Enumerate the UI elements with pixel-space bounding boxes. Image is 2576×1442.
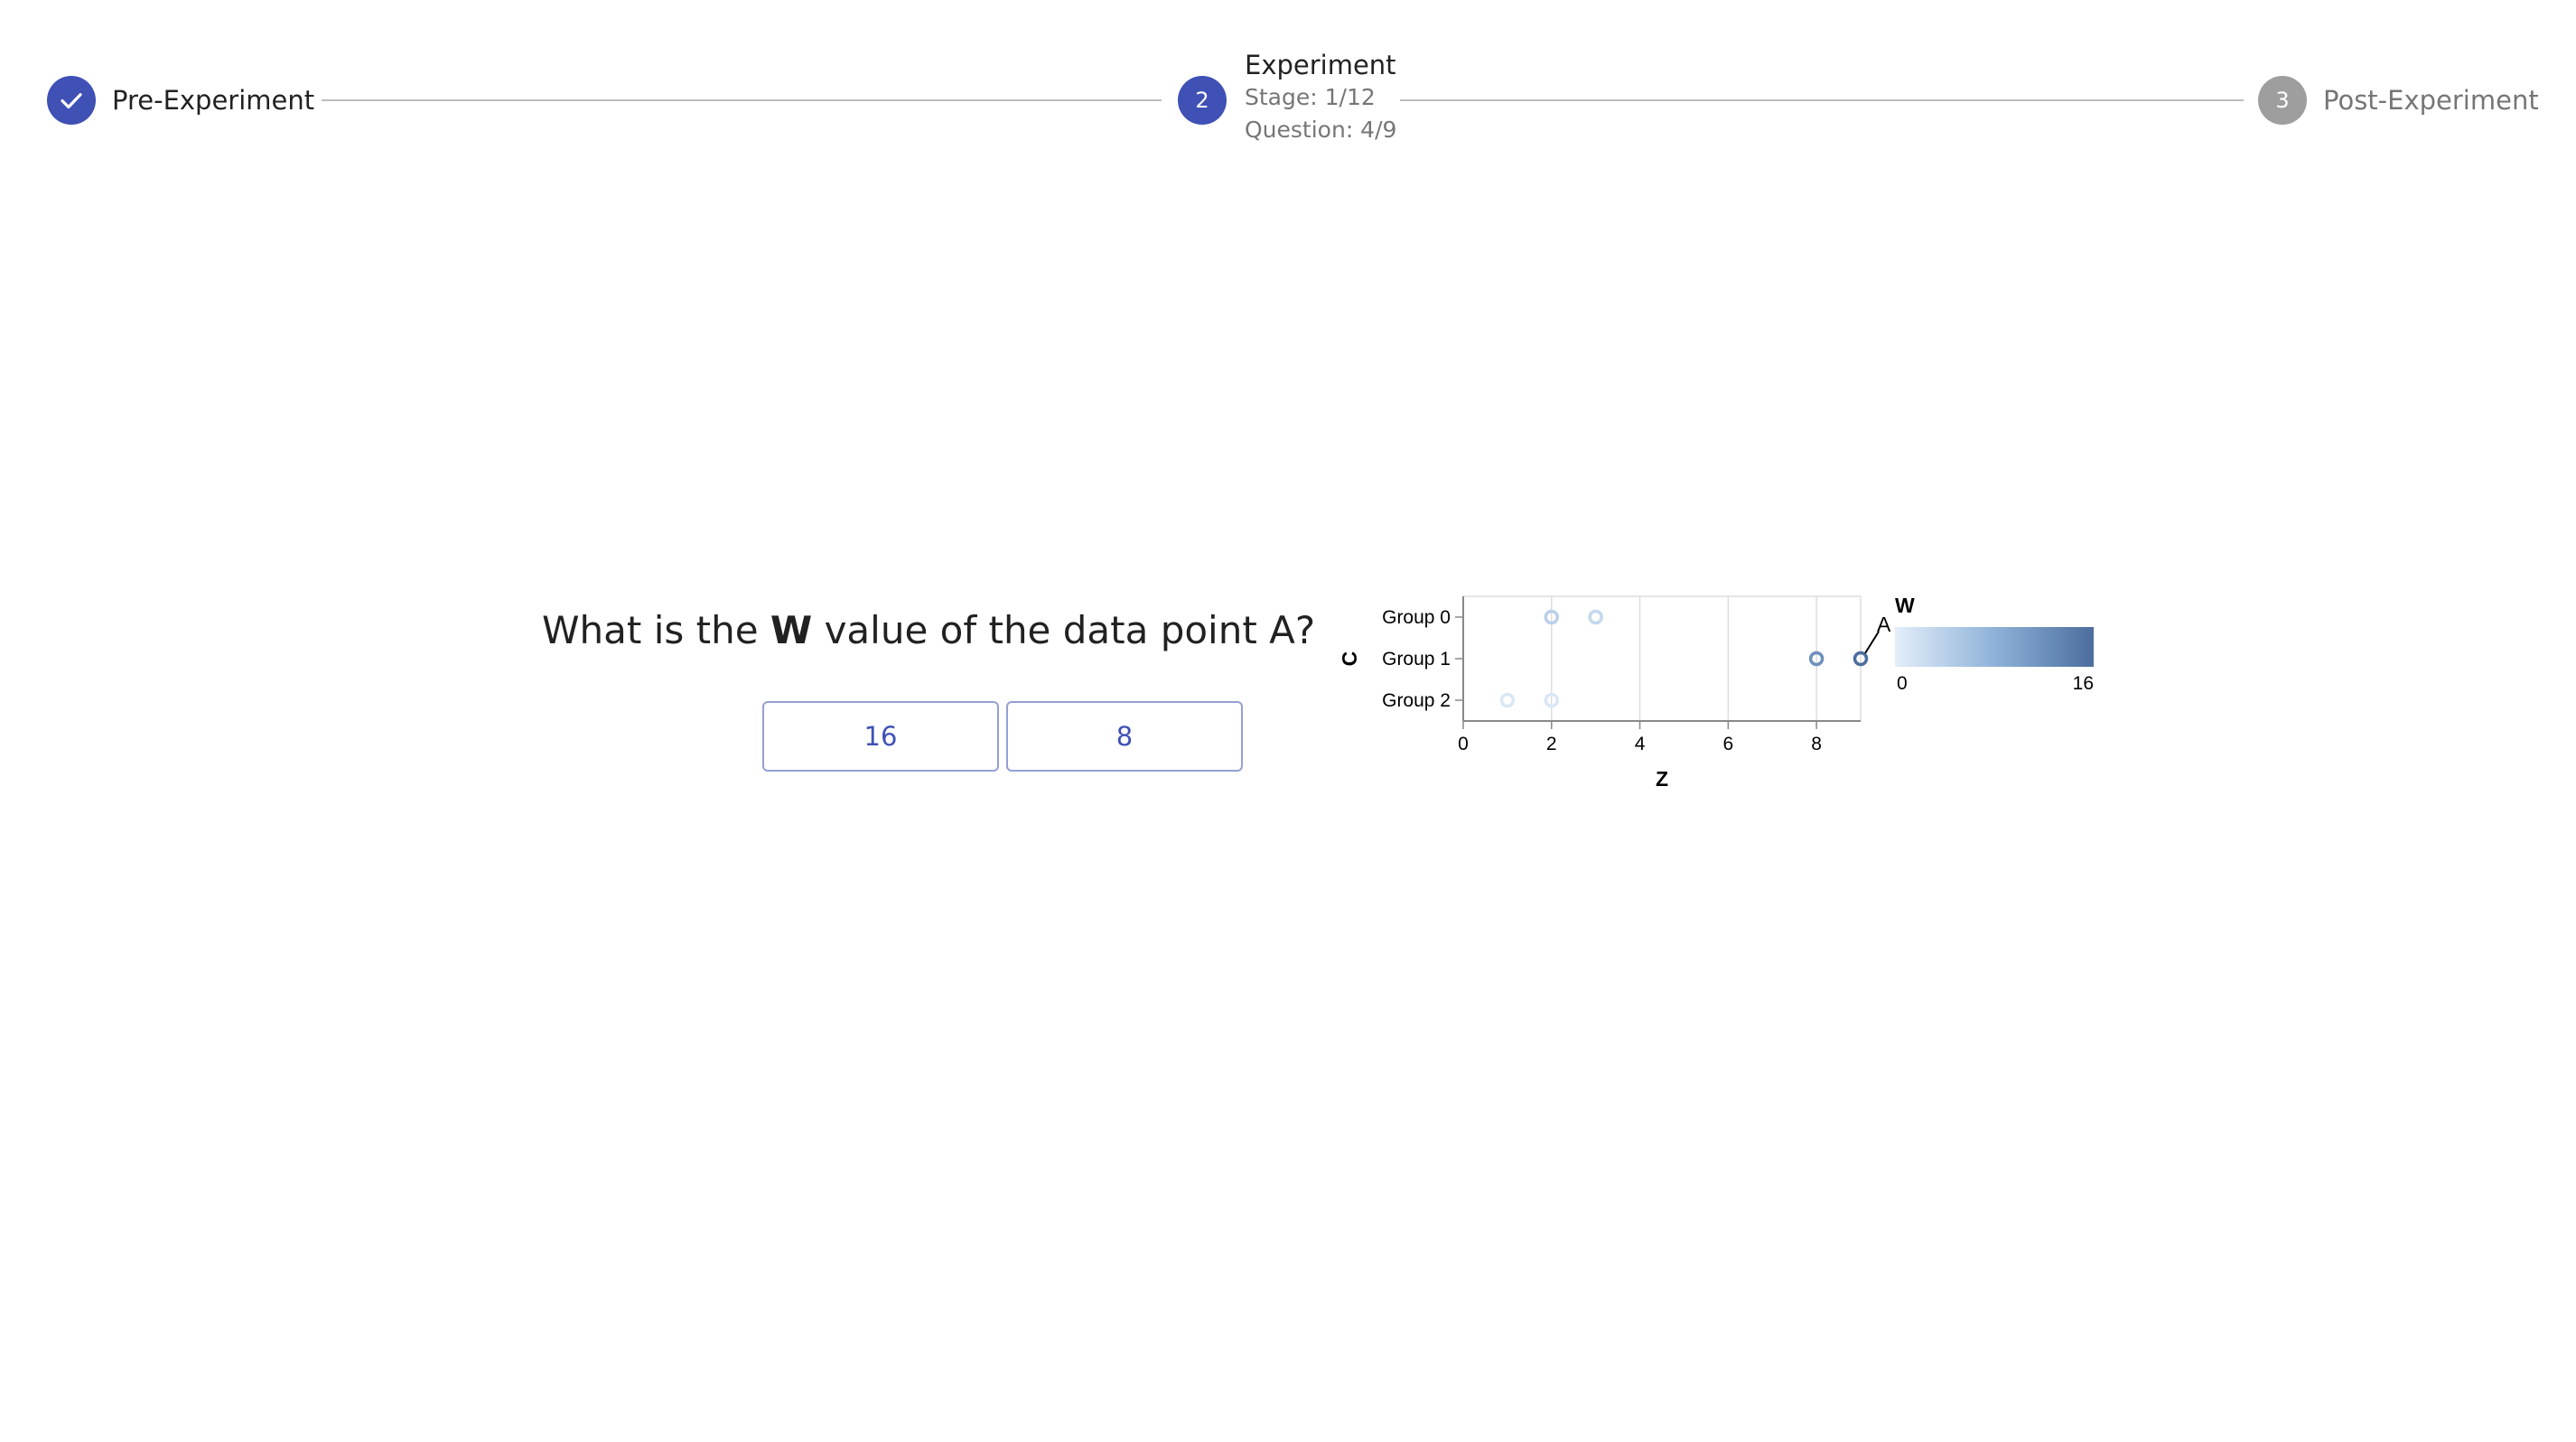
step-number-badge: 3 xyxy=(2258,76,2307,125)
step-label: Pre-Experiment xyxy=(112,85,315,116)
x-tick-label: 0 xyxy=(1458,734,1469,754)
legend-title: W xyxy=(1895,594,1915,617)
check-icon xyxy=(47,76,96,125)
legend-max-label: 16 xyxy=(2073,673,2094,694)
step-label: Experiment xyxy=(1245,50,1396,80)
stage-indicator: Stage: 1/12 xyxy=(1245,84,1376,110)
step-connector xyxy=(322,99,1162,101)
y-tick-label: Group 0 xyxy=(1382,607,1451,628)
x-tick-label: 4 xyxy=(1635,734,1646,754)
step-label: Post-Experiment xyxy=(2323,85,2539,116)
scatter-chart: 0 2 4 6 8 Group 0 Group 1 Group 2 Z C AW 0 16 xyxy=(1338,594,2094,791)
answer-button-8[interactable]: 8 xyxy=(1006,701,1243,772)
plot-frame xyxy=(1462,595,1862,722)
y-tick-label: Group 2 xyxy=(1382,690,1451,711)
question-text: What is the W value of the data point A? xyxy=(542,605,1315,656)
step-pre-experiment: Pre-Experiment xyxy=(47,76,314,125)
y-tick-label: Group 1 xyxy=(1382,649,1451,670)
step-connector xyxy=(1400,99,2244,101)
question-indicator: Question: 4/9 xyxy=(1245,117,1397,143)
legend-min-label: 0 xyxy=(1897,673,1908,694)
step-number-badge: 2 xyxy=(1178,76,1227,125)
question-prefix: What is the xyxy=(542,608,770,652)
x-tick-label: 8 xyxy=(1811,734,1822,754)
x-tick-label: 2 xyxy=(1546,734,1557,754)
legend-gradient xyxy=(1895,627,2094,667)
y-axis-title: C xyxy=(1338,651,1361,667)
point-annotation-label: A xyxy=(1877,613,1891,636)
data-point xyxy=(1499,692,1516,708)
step-experiment: 2 Experiment Stage: 1/12 Question: 4/9 xyxy=(1178,49,1396,146)
x-tick-label: 6 xyxy=(1722,734,1733,754)
step-post-experiment: 3 Post-Experiment xyxy=(2258,76,2539,125)
data-point xyxy=(1588,609,1603,625)
x-axis-title: Z xyxy=(1656,767,1668,791)
answer-options: 16 8 xyxy=(762,701,1243,772)
stepper: Pre-Experiment 2 Experiment Stage: 1/12 … xyxy=(0,0,2576,190)
question-suffix: value of the data point A? xyxy=(812,608,1316,652)
question-variable: W xyxy=(770,608,813,652)
answer-button-16[interactable]: 16 xyxy=(762,701,999,772)
